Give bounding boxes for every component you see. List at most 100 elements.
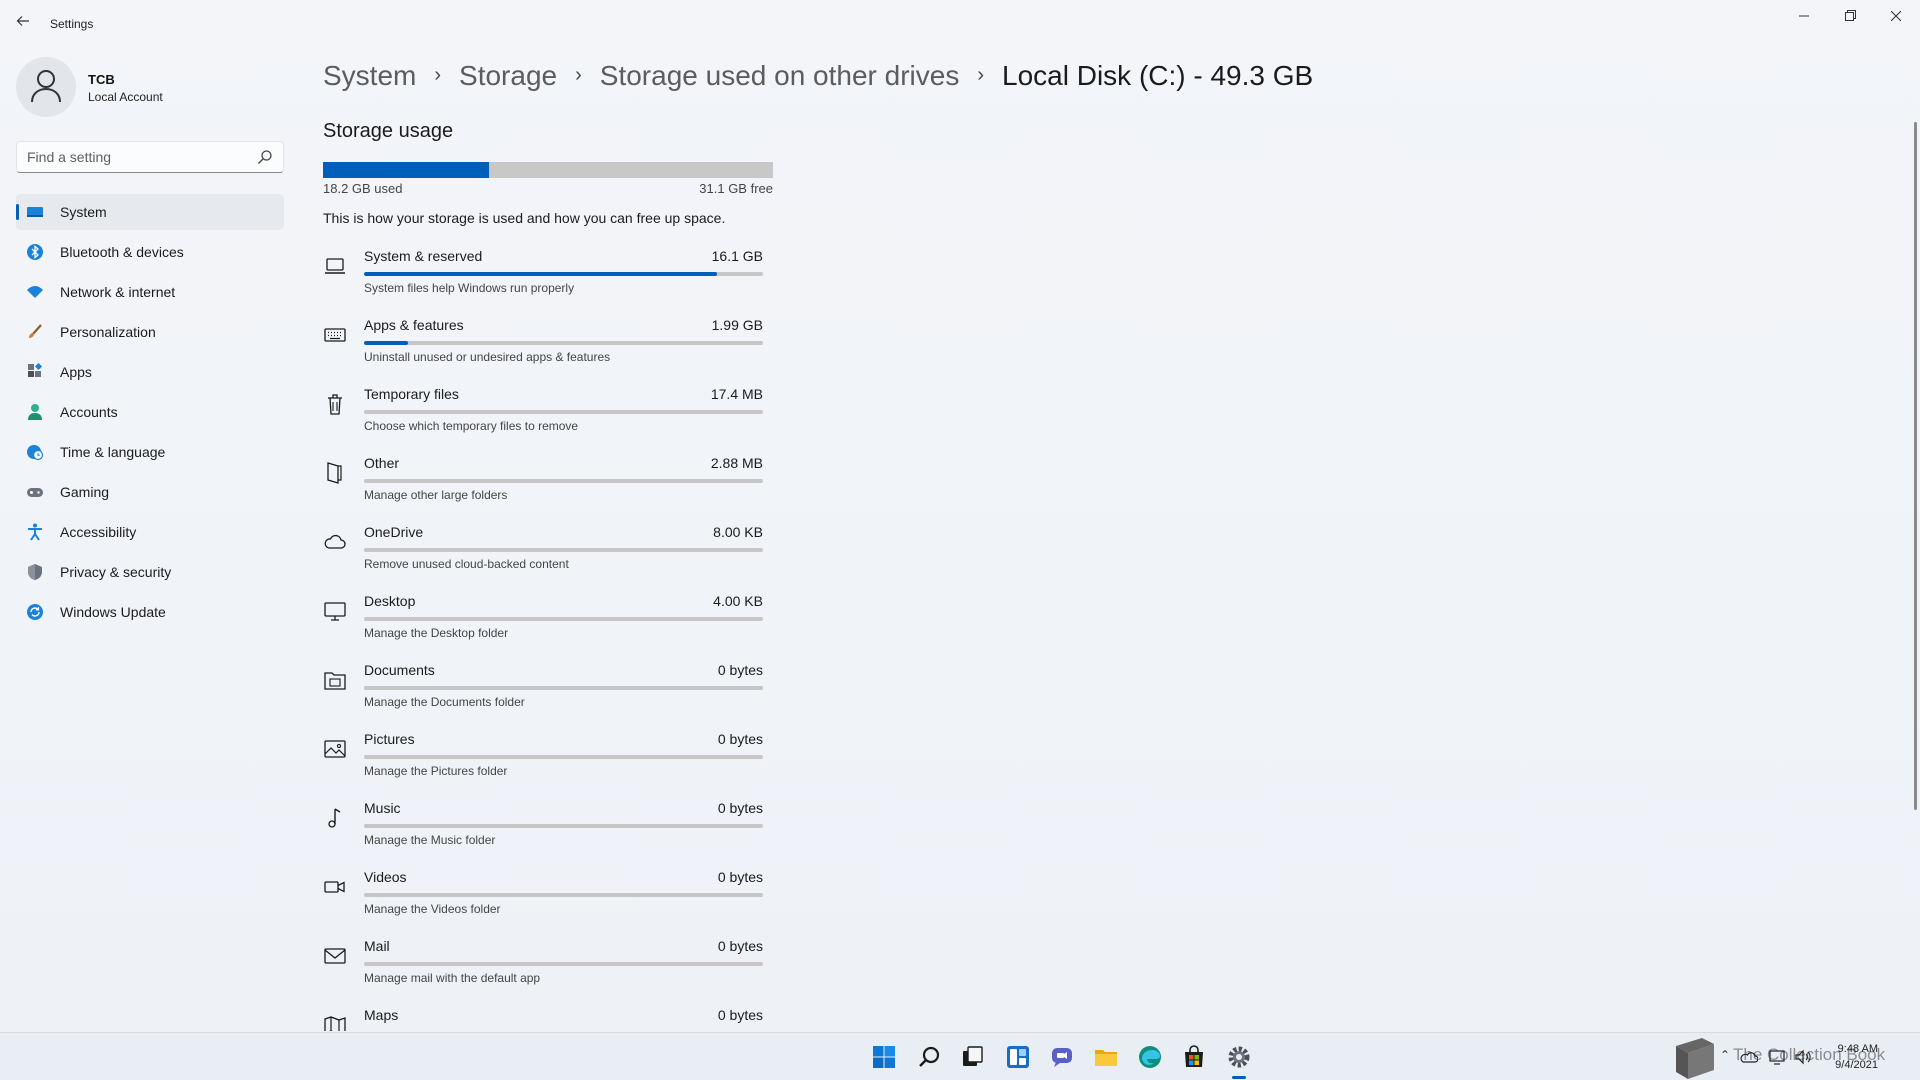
bluetooth-icon	[27, 244, 43, 260]
sidebar-item-system[interactable]: System	[16, 194, 284, 230]
back-button[interactable]	[10, 12, 36, 36]
onedrive-icon[interactable]	[1740, 1048, 1758, 1066]
category-size: 0 bytes	[717, 800, 763, 816]
storage-category-system-reserved[interactable]: System & reserved 16.1 GB System files hel…	[323, 244, 763, 313]
sidebar-item-privacy[interactable]: Privacy & security	[16, 554, 284, 590]
close-button[interactable]	[1873, 2, 1919, 34]
trash-icon	[328, 394, 342, 415]
breadcrumb: System › Storage › Storage used on other dri…	[323, 58, 1313, 94]
minimize-button[interactable]	[1781, 2, 1827, 34]
storage-category-pictures[interactable]: Pictures 0 bytes Manage the Pictures folde…	[323, 727, 763, 796]
sidebar-item-gaming[interactable]: Gaming	[16, 474, 284, 510]
picture-icon	[324, 740, 346, 758]
chevron-up-icon[interactable]: ⌃	[1720, 1048, 1730, 1062]
category-subtitle: Manage the Videos folder	[364, 902, 501, 916]
category-name: Mail	[364, 938, 390, 954]
category-subtitle: Remove unused cloud-backed content	[364, 557, 569, 571]
category-usage-bar	[364, 410, 763, 414]
breadcrumb-system[interactable]: System	[323, 60, 416, 92]
category-size: 0 bytes	[717, 869, 763, 885]
search-icon[interactable]	[257, 149, 273, 165]
storage-usage-bar	[323, 162, 773, 178]
file-explorer-icon[interactable]	[1094, 1045, 1118, 1069]
storage-category-maps[interactable]: Maps 0 bytes	[323, 1003, 763, 1031]
storage-category-music[interactable]: Music 0 bytes Manage the Music folder	[323, 796, 763, 865]
chevron-right-icon: ›	[575, 64, 582, 87]
category-size: 2.88 MB	[710, 455, 763, 471]
search-box[interactable]	[16, 141, 284, 173]
clock[interactable]: 9:48 AM 9/4/2021	[1828, 1041, 1878, 1073]
book-watermark-icon	[1676, 1038, 1714, 1079]
storage-category-other[interactable]: Other 2.88 MB Manage other large folders	[323, 451, 763, 520]
network-icon[interactable]	[1768, 1048, 1786, 1066]
avatar	[16, 57, 76, 117]
category-usage-bar	[364, 341, 763, 345]
edge-icon[interactable]	[1138, 1045, 1162, 1069]
category-usage-bar	[364, 824, 763, 828]
sidebar-item-time-language[interactable]: Time & language	[16, 434, 284, 470]
restore-icon	[1844, 10, 1856, 21]
category-subtitle: Choose which temporary files to remove	[364, 419, 579, 433]
storage-category-onedrive[interactable]: OneDrive 8.00 KB Remove unused cloud-backe…	[323, 520, 763, 589]
sidebar-item-label: Network & internet	[60, 284, 176, 300]
account-type: Local Account	[88, 90, 163, 104]
storage-used-fill	[323, 162, 490, 178]
task-view-icon[interactable]	[961, 1045, 985, 1069]
wifi-icon	[27, 286, 43, 298]
start-icon[interactable]	[872, 1045, 896, 1069]
storage-category-temporary-files[interactable]: Temporary files 17.4 MB Choose which tempo…	[323, 382, 763, 451]
sidebar-item-network[interactable]: Network & internet	[16, 274, 284, 310]
search-input[interactable]	[27, 149, 247, 165]
storage-category-apps-features[interactable]: Apps & features 1.99 GB Uninstall unused o…	[323, 313, 763, 382]
storage-category-mail[interactable]: Mail 0 bytes Manage mail with the default …	[323, 934, 763, 1003]
clock-date: 9/4/2021	[1835, 1059, 1878, 1071]
sidebar-item-personalization[interactable]: Personalization	[16, 314, 284, 350]
store-icon[interactable]	[1182, 1045, 1206, 1069]
section-title: Storage usage	[323, 120, 454, 142]
category-size: 0 bytes	[717, 731, 763, 747]
category-name: Videos	[364, 869, 407, 885]
storage-category-desktop[interactable]: Desktop 4.00 KB Manage the Desktop folder	[323, 589, 763, 658]
clock-time: 9:48 AM	[1837, 1043, 1878, 1055]
user-name: TCB	[88, 72, 115, 87]
settings-icon[interactable]	[1227, 1045, 1251, 1069]
category-usage-bar	[364, 962, 763, 966]
category-subtitle: System files help Windows run properly	[364, 281, 575, 295]
category-subtitle: Manage mail with the default app	[364, 971, 541, 985]
category-name: Desktop	[364, 593, 416, 609]
sidebar-item-bluetooth[interactable]: Bluetooth & devices	[16, 234, 284, 270]
user-profile[interactable]: TCB Local Account	[16, 57, 286, 119]
folder-other-icon	[327, 462, 342, 484]
sidebar-item-windows-update[interactable]: Windows Update	[16, 594, 284, 630]
documents-folder-icon	[324, 672, 346, 690]
storage-description: This is how your storage is used and how…	[323, 210, 726, 226]
breadcrumb-storage[interactable]: Storage	[459, 60, 557, 92]
sidebar-item-accessibility[interactable]: Accessibility	[16, 514, 284, 550]
chat-icon[interactable]	[1050, 1045, 1074, 1069]
sidebar-item-apps[interactable]: Apps	[16, 354, 284, 390]
category-usage-fill	[364, 341, 408, 345]
sidebar-item-label: Accounts	[60, 404, 118, 420]
apps-icon	[28, 363, 43, 377]
search-icon[interactable]	[918, 1045, 942, 1069]
breadcrumb-other-drives[interactable]: Storage used on other drives	[600, 60, 960, 92]
laptop-icon	[325, 258, 345, 274]
sidebar-item-label: Privacy & security	[60, 564, 172, 580]
close-icon	[1890, 10, 1902, 22]
category-usage-fill	[364, 272, 718, 276]
taskbar: The Collection Book ⌃ 9:48 AM 9/4/2021	[0, 1032, 1920, 1080]
restore-button[interactable]	[1827, 2, 1873, 34]
system-icon	[27, 207, 43, 217]
storage-category-videos[interactable]: Videos 0 bytes Manage the Videos folder	[323, 865, 763, 934]
category-size: 17.4 MB	[710, 386, 763, 402]
scrollbar[interactable]	[1914, 122, 1917, 810]
volume-icon[interactable]	[1794, 1048, 1812, 1066]
sidebar-nav: System Bluetooth & devices Network & int…	[16, 194, 284, 634]
shield-icon	[28, 564, 42, 580]
category-size: 1.99 GB	[711, 317, 763, 333]
accounts-icon	[28, 404, 42, 420]
widgets-icon[interactable]	[1006, 1045, 1030, 1069]
category-subtitle: Manage other large folders	[364, 488, 508, 502]
storage-category-documents[interactable]: Documents 0 bytes Manage the Documents fol…	[323, 658, 763, 727]
sidebar-item-accounts[interactable]: Accounts	[16, 394, 284, 430]
